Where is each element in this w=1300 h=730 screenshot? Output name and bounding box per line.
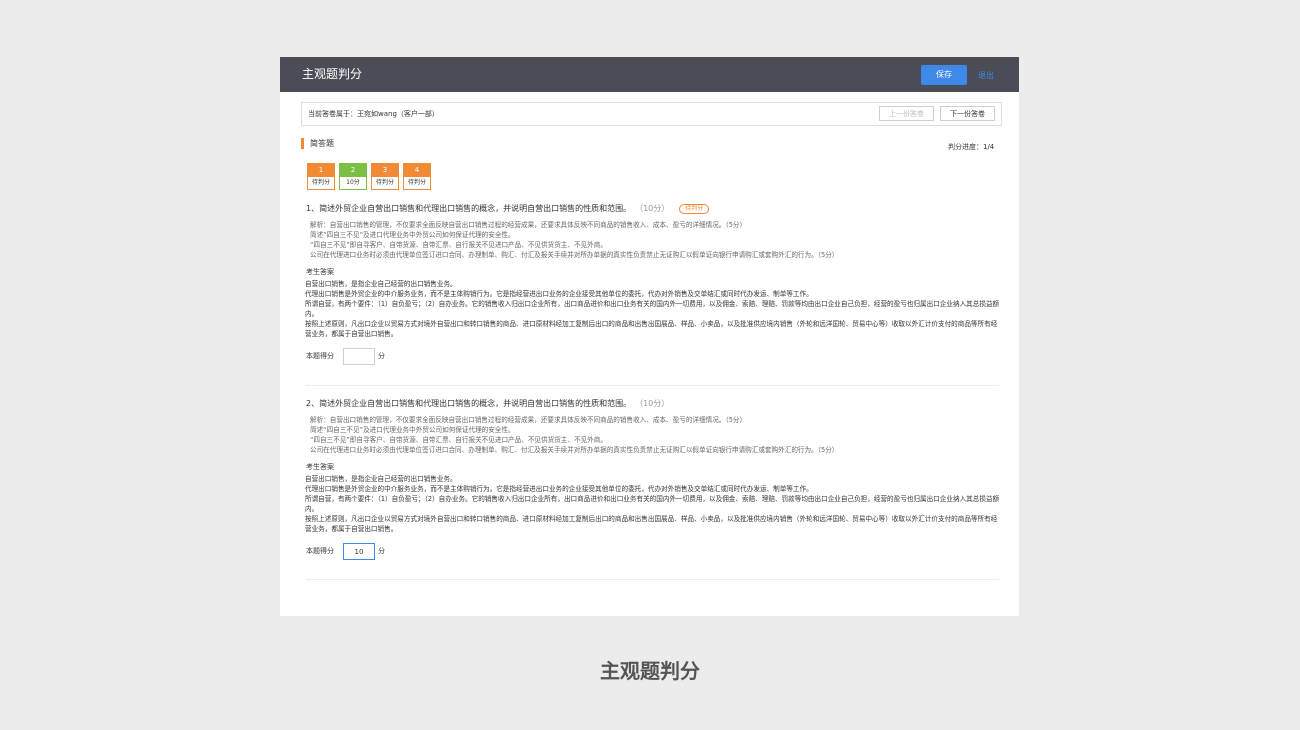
question-nav-status: 10分 xyxy=(339,177,367,190)
grading-panel: 主观题判分 保存 退出 当前答卷属于：王宛如wang（客户一部） 上一份答卷 下… xyxy=(280,57,1019,616)
analysis-line: 解析：自营出口销售的管理，不仅要求全面反映自营出口销售过程的经营成果，还要求具体… xyxy=(310,416,747,424)
page-title: 主观题判分 xyxy=(302,67,363,81)
score-row: 本题得分 分 xyxy=(306,543,996,561)
question-text: 2、简述外贸企业自营出口销售和代理出口销售的概念，并说明自营出口销售的性质和范围… xyxy=(306,399,632,408)
answer-line: 按照上述原则，凡出口企业以贸易方式对境外自营出口和转口销售的商品、进口原材料经加… xyxy=(305,320,998,338)
answer-label: 考生答案 xyxy=(306,463,334,471)
answer-line: 自营出口销售，是指企业自己经营的出口销售业务。 xyxy=(305,280,457,288)
analysis-line: 公司在代理进口业务时必须由代理单位签订进口合同、办理制单、购汇、付汇及报关手续并… xyxy=(310,446,839,454)
question-nav-1[interactable]: 1 待判分 xyxy=(307,163,335,190)
score-label: 本题得分 xyxy=(306,547,334,555)
question-nav-status: 待判分 xyxy=(307,177,335,190)
section-title: 简答题 xyxy=(310,139,334,148)
question-text: 1、简述外贸企业自营出口销售和代理出口销售的概念，并说明自营出口销售的性质和范围… xyxy=(306,204,632,213)
exit-link[interactable]: 退出 xyxy=(978,70,994,81)
next-paper-button[interactable]: 下一份答卷 xyxy=(940,106,995,121)
answer-line: 所谓自营，有两个要件：（1）自负盈亏；（2）自办业务。它的销售收入归出口企业所有… xyxy=(305,495,1000,513)
question-nav-2[interactable]: 2 10分 xyxy=(339,163,367,190)
analysis-line: “四自三不见”即自寻客户、自带货源、自带汇票、自行报关不见进口产品、不见供货货主… xyxy=(310,241,607,249)
question-nav-number: 3 xyxy=(371,163,399,177)
score-label: 本题得分 xyxy=(306,352,334,360)
answer-line: 按照上述原则，凡出口企业以贸易方式对境外自营出口和转口销售的商品、进口原材料经加… xyxy=(305,515,998,533)
grading-progress: 判分进度：1/4 xyxy=(948,143,995,151)
status-badge: 待判分 xyxy=(679,204,710,214)
question-nav-number: 1 xyxy=(307,163,335,177)
question-nav-number: 2 xyxy=(339,163,367,177)
analysis-line: 解析：自营出口销售的管理，不仅要求全面反映自营出口销售过程的经营成果，还要求具体… xyxy=(310,221,747,229)
score-row: 本题得分 分 xyxy=(306,348,996,366)
question-score: （10分） xyxy=(639,399,670,408)
save-button[interactable]: 保存 xyxy=(921,65,967,85)
answer-analysis: 解析：自营出口销售的管理，不仅要求全面反映自营出口销售过程的经营成果，还要求具体… xyxy=(306,415,996,455)
score-input[interactable] xyxy=(343,543,375,560)
question-nav-3[interactable]: 3 待判分 xyxy=(371,163,399,190)
divider xyxy=(306,579,999,580)
section-marker xyxy=(301,138,304,149)
divider xyxy=(306,385,999,386)
score-unit: 分 xyxy=(378,352,385,360)
analysis-line: 简述“四自三不见”及进口代理业务中外贸公司如何保证代理的安全性。 xyxy=(310,426,515,434)
score-input[interactable] xyxy=(343,348,375,365)
question-nav-status: 待判分 xyxy=(403,177,431,190)
question-nav-4[interactable]: 4 待判分 xyxy=(403,163,431,190)
analysis-line: “四自三不见”即自寻客户、自带货源、自带汇票、自行报关不见进口产品、不见供货货主… xyxy=(310,436,607,444)
question-nav-number: 4 xyxy=(403,163,431,177)
question-title: 1、简述外贸企业自营出口销售和代理出口销售的概念，并说明自营出口销售的性质和范围… xyxy=(306,203,996,214)
slide-caption: 主观题判分 xyxy=(600,659,700,683)
score-unit: 分 xyxy=(378,547,385,555)
owner-bar: 当前答卷属于：王宛如wang（客户一部） 上一份答卷 下一份答卷 xyxy=(301,102,1002,126)
analysis-line: 简述“四自三不见”及进口代理业务中外贸公司如何保证代理的安全性。 xyxy=(310,231,515,239)
answer-line: 所谓自营，有两个要件：（1）自负盈亏；（2）自办业务。它的销售收入归出口企业所有… xyxy=(305,300,1000,318)
answer-analysis: 解析：自营出口销售的管理，不仅要求全面反映自营出口销售过程的经营成果，还要求具体… xyxy=(306,220,996,260)
answer-line: 代理出口销售是外贸企业的中介服务业务，而不是主体购销行为。它是指经营进出口业务的… xyxy=(305,290,813,298)
candidate-answer: 自营出口销售，是指企业自己经营的出口销售业务。 代理出口销售是外贸企业的中介服务… xyxy=(305,474,1001,534)
answer-line: 自营出口销售，是指企业自己经营的出口销售业务。 xyxy=(305,475,457,483)
question-score: （10分） xyxy=(639,204,670,213)
analysis-line: 公司在代理进口业务时必须由代理单位签订进口合同、办理制单、购汇、付汇及报关手续并… xyxy=(310,251,839,259)
question-title: 2、简述外贸企业自营出口销售和代理出口销售的概念，并说明自营出口销售的性质和范围… xyxy=(306,398,996,409)
top-bar: 主观题判分 保存 退出 xyxy=(280,57,1019,92)
question-block-1: 1、简述外贸企业自营出口销售和代理出口销售的概念，并说明自营出口销售的性质和范围… xyxy=(305,203,999,366)
question-block-2: 2、简述外贸企业自营出口销售和代理出口销售的概念，并说明自营出口销售的性质和范围… xyxy=(305,398,999,561)
answer-line: 代理出口销售是外贸企业的中介服务业务，而不是主体购销行为。它是指经营进出口业务的… xyxy=(305,485,813,493)
question-nav-status: 待判分 xyxy=(371,177,399,190)
owner-text: 当前答卷属于：王宛如wang（客户一部） xyxy=(308,110,439,118)
prev-paper-button[interactable]: 上一份答卷 xyxy=(879,106,934,121)
answer-label: 考生答案 xyxy=(306,268,334,276)
candidate-answer: 自营出口销售，是指企业自己经营的出口销售业务。 代理出口销售是外贸企业的中介服务… xyxy=(305,279,1001,339)
